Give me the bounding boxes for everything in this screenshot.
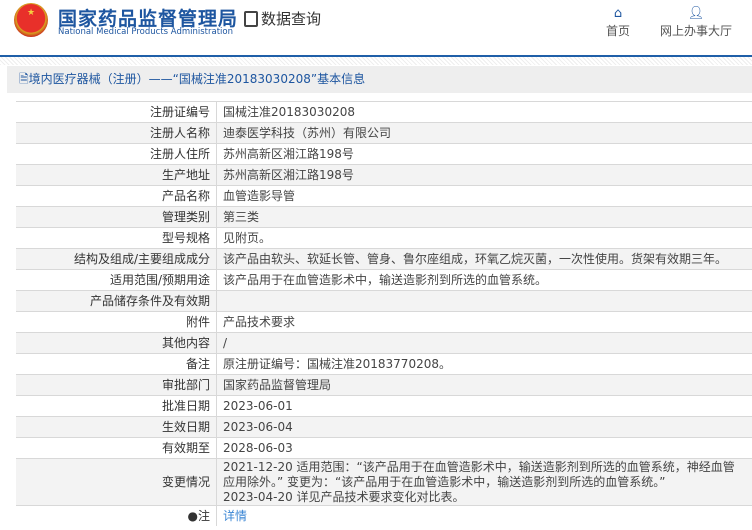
field-value: [216, 290, 752, 312]
bulb-icon: ●: [187, 508, 198, 523]
field-label: 注册人住所: [16, 143, 217, 165]
field-label: 产品储存条件及有效期: [16, 290, 217, 312]
table-row: 注册人住所 苏州高新区湘江路198号: [16, 143, 752, 165]
table-row-changes: 变更情况 2021-12-20 适用范围：“该产品用于在血管造影术中，输送造影剂到…: [16, 458, 752, 506]
nav-online-hall-label: 网上办事大厅: [660, 24, 733, 38]
field-label: 结构及组成/主要组成成分: [16, 248, 217, 270]
table-row: 备注 原注册证编号：国械注准20183770208。: [16, 353, 752, 375]
field-value: 2023-06-01: [216, 395, 752, 417]
field-value: 血管造影导管: [216, 185, 752, 207]
changes-value: 2021-12-20 适用范围：“该产品用于在血管造影术中，输送造影剂到所选的血…: [216, 458, 752, 506]
page-title-text: 境内医疗器械（注册）——“国械注准20183030208”基本信息: [28, 72, 366, 86]
table-row: 有效期至 2028-06-03: [16, 437, 752, 459]
table-row: 产品名称 血管造影导管: [16, 185, 752, 207]
table-row: 批准日期 2023-06-01: [16, 395, 752, 417]
field-value: 产品技术要求: [216, 311, 752, 333]
detail-table: 注册证编号 国械注准20183030208 注册人名称 迪泰医学科技（苏州）有限公司注…: [16, 101, 752, 526]
home-icon: ⌂: [613, 6, 623, 21]
field-value: 第三类: [216, 206, 752, 228]
table-row: 型号规格 见附页。: [16, 227, 752, 249]
field-label: 有效期至: [16, 437, 217, 459]
table-row: 管理类别 第三类: [16, 206, 752, 228]
page-title: 🗎境内医疗器械（注册）——“国械注准20183030208”基本信息: [7, 66, 752, 93]
field-label: 产品名称: [16, 185, 217, 207]
note-label-text: 注: [197, 508, 210, 523]
field-value: 该产品由软头、软延长管、管身、鲁尔座组成，环氧乙烷灭菌，一次性使用。货架有效期三…: [216, 248, 752, 270]
field-label: 生效日期: [16, 416, 217, 438]
field-value: 2023-06-04: [216, 416, 752, 438]
user-icon: 👤︎: [687, 6, 705, 21]
table-row: 其他内容 /: [16, 332, 752, 354]
table-row: 结构及组成/主要组成成分 该产品由软头、软延长管、管身、鲁尔座组成，环氧乙烷灭菌，…: [16, 248, 752, 270]
star-icon: ★: [27, 8, 36, 18]
site-header: ★ 国家药品监督管理局 National Medical Products Ad…: [0, 0, 752, 57]
nav-home[interactable]: ⌂ 首页: [606, 6, 630, 39]
table-row: 生产地址 苏州高新区湘江路198号: [16, 164, 752, 186]
field-value: 国械注准20183030208: [216, 101, 752, 123]
field-label: 适用范围/预期用途: [16, 269, 217, 291]
field-value: 见附页。: [216, 227, 752, 249]
details-link[interactable]: 详情: [223, 509, 247, 523]
data-query-label: 数据查询: [261, 10, 322, 28]
field-label: 注册人名称: [16, 122, 217, 144]
change-line: 2021-12-20 适用范围：“该产品用于在血管造影术中，输送造影剂到所选的血…: [223, 459, 735, 489]
nav-home-label: 首页: [606, 24, 631, 38]
divider: [0, 57, 752, 65]
field-value: 原注册证编号：国械注准20183770208。: [216, 353, 752, 375]
table-row: 适用范围/预期用途 该产品用于在血管造影术中，输送造影剂到所选的血管系统。: [16, 269, 752, 291]
field-value: 该产品用于在血管造影术中，输送造影剂到所选的血管系统。: [216, 269, 752, 291]
data-query-link[interactable]: 数据查询: [244, 8, 321, 29]
field-value: 2028-06-03: [216, 437, 752, 459]
field-label: 型号规格: [16, 227, 217, 249]
field-label: 附件: [16, 311, 217, 333]
field-label: 备注: [16, 353, 217, 375]
table-row: 注册人名称 迪泰医学科技（苏州）有限公司: [16, 122, 752, 144]
field-value: 苏州高新区湘江路198号: [216, 164, 752, 186]
note-label: ●注: [16, 505, 217, 526]
field-label: 审批部门: [16, 374, 217, 396]
table-row: 注册证编号 国械注准20183030208: [16, 101, 752, 123]
table-row-note: ●注 详情: [16, 505, 752, 526]
field-label: 变更情况: [16, 458, 217, 506]
nav-online-hall[interactable]: 👤︎ 网上办事大厅: [660, 6, 732, 39]
field-label: 其他内容: [16, 332, 217, 354]
table-row: 生效日期 2023-06-04: [16, 416, 752, 438]
change-line: 2023-04-20 详见产品技术要求变化对比表。: [223, 489, 465, 504]
table-row: 附件 产品技术要求: [16, 311, 752, 333]
field-label: 管理类别: [16, 206, 217, 228]
field-value: /: [216, 332, 752, 354]
org-name-en: National Medical Products Administration: [58, 27, 233, 37]
document-icon: 🗎: [19, 72, 29, 86]
field-label: 批准日期: [16, 395, 217, 417]
field-value: 国家药品监督管理局: [216, 374, 752, 396]
table-row: 审批部门 国家药品监督管理局: [16, 374, 752, 396]
field-label: 注册证编号: [16, 101, 217, 123]
field-label: 生产地址: [16, 164, 217, 186]
document-search-icon: [244, 11, 258, 27]
field-value: 苏州高新区湘江路198号: [216, 143, 752, 165]
field-value: 迪泰医学科技（苏州）有限公司: [216, 122, 752, 144]
table-row: 产品储存条件及有效期: [16, 290, 752, 312]
